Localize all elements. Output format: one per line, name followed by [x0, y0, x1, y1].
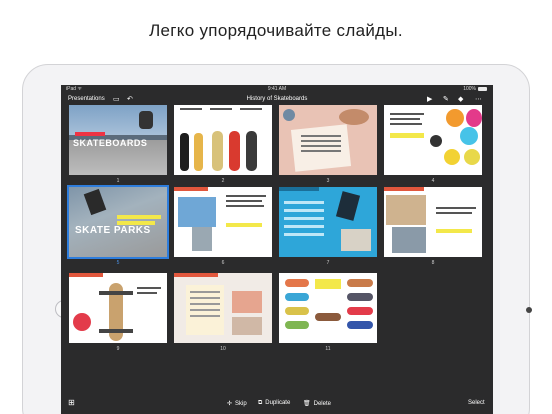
battery-icon: [478, 86, 487, 91]
slide-number: 5: [116, 260, 120, 266]
slide-2[interactable]: 2: [174, 105, 272, 185]
format-icon[interactable]: ✎: [443, 95, 449, 103]
slide-number: 4: [431, 178, 435, 184]
slide-number: 6: [221, 260, 225, 266]
slide-3[interactable]: 3: [279, 105, 377, 185]
slide-7[interactable]: 7: [279, 187, 377, 267]
keynote-screen: iPad ᯤ 9:41 AM 100% Presentations ▭ ↶ Hi…: [61, 85, 493, 414]
duplicate-label: Duplicate: [265, 400, 291, 406]
slide-thumbnail: [279, 105, 377, 175]
bottom-toolbar: ⊞ ✢ Skip ⧉ Duplicate 🗑 Delete Select: [61, 394, 493, 414]
slide-thumbnail: [279, 273, 377, 343]
slide-1[interactable]: SKATEBOARDS 1: [69, 105, 167, 185]
trash-icon: 🗑: [303, 401, 311, 407]
add-slide-icon[interactable]: ⊞: [68, 398, 75, 407]
slide-thumbnail: [279, 187, 377, 257]
status-time: 9:41 AM: [267, 86, 287, 92]
duplicate-button[interactable]: ⧉ Duplicate: [258, 400, 290, 407]
delete-button[interactable]: 🗑 Delete: [303, 400, 331, 407]
slide-6[interactable]: 6: [174, 187, 272, 267]
slide-thumbnail: [174, 273, 272, 343]
slide-5[interactable]: SKATE PARKS 5: [67, 185, 169, 267]
status-battery: 100%: [463, 86, 487, 92]
select-button[interactable]: Select: [468, 400, 485, 406]
slide-thumbnail: [174, 105, 272, 175]
slide-number: 8: [431, 260, 435, 266]
skip-label: Skip: [235, 401, 247, 407]
play-icon[interactable]: ▶: [427, 95, 432, 103]
slide-caption: SKATEBOARDS: [73, 138, 148, 148]
slide-thumbnail: [384, 105, 482, 175]
slide-thumbnail: SKATE PARKS: [67, 185, 169, 259]
battery-percent: 100%: [463, 86, 476, 92]
status-bar: iPad ᯤ 9:41 AM 100%: [61, 85, 493, 93]
slide-9[interactable]: 9: [69, 273, 167, 353]
slide-4[interactable]: 4: [384, 105, 482, 185]
more-icon[interactable]: ⋯: [475, 95, 482, 103]
slide-10[interactable]: 10: [174, 273, 272, 353]
delete-label: Delete: [313, 401, 331, 407]
slide-number: 1: [116, 178, 120, 184]
slide-8[interactable]: 8: [384, 187, 482, 267]
skip-icon: ✢: [227, 401, 233, 407]
share-icon[interactable]: ◆: [458, 95, 463, 103]
slide-number: 11: [325, 346, 331, 352]
slide-caption: SKATE PARKS: [75, 225, 151, 236]
duplicate-icon: ⧉: [258, 400, 263, 406]
slide-number: 9: [116, 346, 120, 352]
slide-thumbnail: [69, 273, 167, 343]
slide-number: 2: [221, 178, 225, 184]
slide-thumbnail: [384, 187, 482, 257]
slide-11[interactable]: 11: [279, 273, 377, 353]
slide-number: 3: [326, 178, 330, 184]
slide-number: 7: [326, 260, 330, 266]
camera-dot: [526, 307, 532, 313]
headline: Легко упорядочивайте слайды.: [149, 21, 403, 40]
slide-number: 10: [220, 346, 226, 352]
slide-thumbnail: [174, 187, 272, 257]
slide-thumbnail: SKATEBOARDS: [69, 105, 167, 175]
skip-button[interactable]: ✢ Skip: [227, 400, 247, 407]
